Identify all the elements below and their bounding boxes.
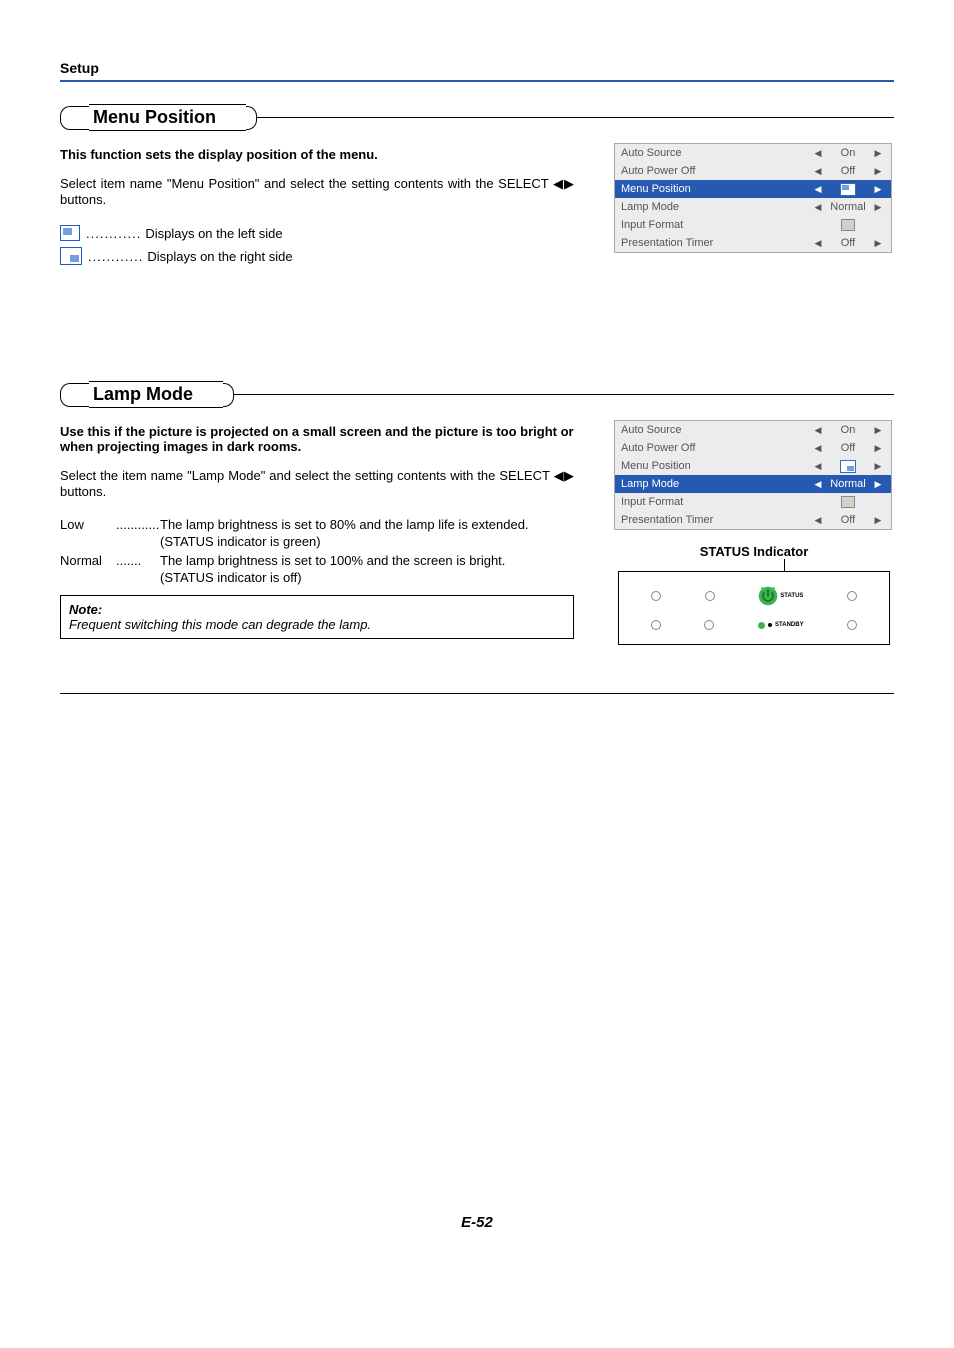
menu-row: Auto Source◀On▶ bbox=[615, 144, 891, 162]
lamp-mode-title: Lamp Mode bbox=[89, 381, 223, 408]
breadcrumb-setup: Setup bbox=[60, 60, 894, 76]
led-icon bbox=[705, 591, 715, 601]
menu-row: Presentation Timer◀Off▶ bbox=[615, 234, 891, 252]
led-icon bbox=[651, 591, 661, 601]
led-icon bbox=[847, 591, 857, 601]
legend-right: ............ Displays on the right side bbox=[60, 247, 574, 265]
led-icon bbox=[847, 620, 857, 630]
menu-position-title-row: Menu Position bbox=[60, 104, 894, 131]
lamp-mode-body: Select the item name "Lamp Mode" and sel… bbox=[60, 468, 574, 499]
menu-row: Auto Power Off◀Off▶ bbox=[615, 439, 891, 457]
arrow-left-icon: ◀ bbox=[811, 425, 825, 436]
legend-left: ............ Displays on the left side bbox=[60, 225, 574, 241]
arrow-right-icon: ▶ bbox=[871, 515, 885, 526]
menu-row: Auto Power Off◀Off▶ bbox=[615, 162, 891, 180]
arrow-right-icon: ▶ bbox=[871, 238, 885, 249]
status-panel: STATUS STANDBY bbox=[618, 571, 890, 645]
menu-panel-position: Auto Source◀On▶Auto Power Off◀Off▶Menu P… bbox=[614, 143, 892, 253]
arrow-right-icon: ▶ bbox=[871, 479, 885, 490]
arrow-right-icon: ▶ bbox=[871, 425, 885, 436]
menu-row: Input Format bbox=[615, 493, 891, 511]
pos-right-icon bbox=[60, 247, 82, 265]
menu-row: Lamp Mode◀Normal▶ bbox=[615, 475, 891, 493]
menu-row: Presentation Timer◀Off▶ bbox=[615, 511, 891, 529]
arrow-right-icon: ▶ bbox=[871, 166, 885, 177]
bottom-rule bbox=[60, 693, 894, 694]
arrow-left-icon: ◀ bbox=[811, 166, 825, 177]
menu-row: Menu Position◀▶ bbox=[615, 180, 891, 198]
note-box: Note: Frequent switching this mode can d… bbox=[60, 595, 574, 639]
menu-position-title: Menu Position bbox=[89, 104, 246, 131]
arrow-left-icon: ◀ bbox=[811, 479, 825, 490]
menu-row: Menu Position◀▶ bbox=[615, 457, 891, 475]
header-rule bbox=[60, 80, 894, 82]
menu-row: Input Format bbox=[615, 216, 891, 234]
menu-row: Auto Source◀On▶ bbox=[615, 421, 891, 439]
arrow-right-icon: ▶ bbox=[871, 148, 885, 159]
arrow-left-icon: ◀ bbox=[811, 443, 825, 454]
menu-position-body: Select item name "Menu Position" and sel… bbox=[60, 176, 574, 207]
arrow-right-icon: ▶ bbox=[871, 184, 885, 195]
arrow-right-icon: ▶ bbox=[871, 461, 885, 472]
arrow-left-icon: ◀ bbox=[811, 515, 825, 526]
arrow-right-icon: ▶ bbox=[871, 202, 885, 213]
led-icon bbox=[704, 620, 714, 630]
arrow-left-icon: ◀ bbox=[811, 461, 825, 472]
page-number: E-52 bbox=[60, 1214, 894, 1231]
standby-button-icon: STANDBY bbox=[758, 622, 804, 629]
lamp-mode-title-row: Lamp Mode bbox=[60, 381, 894, 408]
arrow-left-icon: ◀ bbox=[811, 184, 825, 195]
status-button-icon: STATUS bbox=[758, 586, 803, 606]
arrow-left-icon: ◀ bbox=[811, 148, 825, 159]
menu-position-intro: This function sets the display position … bbox=[60, 147, 574, 162]
pos-left-icon bbox=[60, 225, 80, 241]
menu-panel-lamp: Auto Source◀On▶Auto Power Off◀Off▶Menu P… bbox=[614, 420, 892, 530]
arrow-right-icon: ▶ bbox=[871, 443, 885, 454]
status-indicator-caption: STATUS Indicator bbox=[614, 544, 894, 559]
arrow-left-icon: ◀ bbox=[811, 202, 825, 213]
lamp-mode-definitions: Low ............ The lamp brightness is … bbox=[60, 517, 574, 585]
menu-row: Lamp Mode◀Normal▶ bbox=[615, 198, 891, 216]
lamp-mode-intro: Use this if the picture is projected on … bbox=[60, 424, 574, 454]
arrow-left-icon: ◀ bbox=[811, 238, 825, 249]
led-icon bbox=[651, 620, 661, 630]
